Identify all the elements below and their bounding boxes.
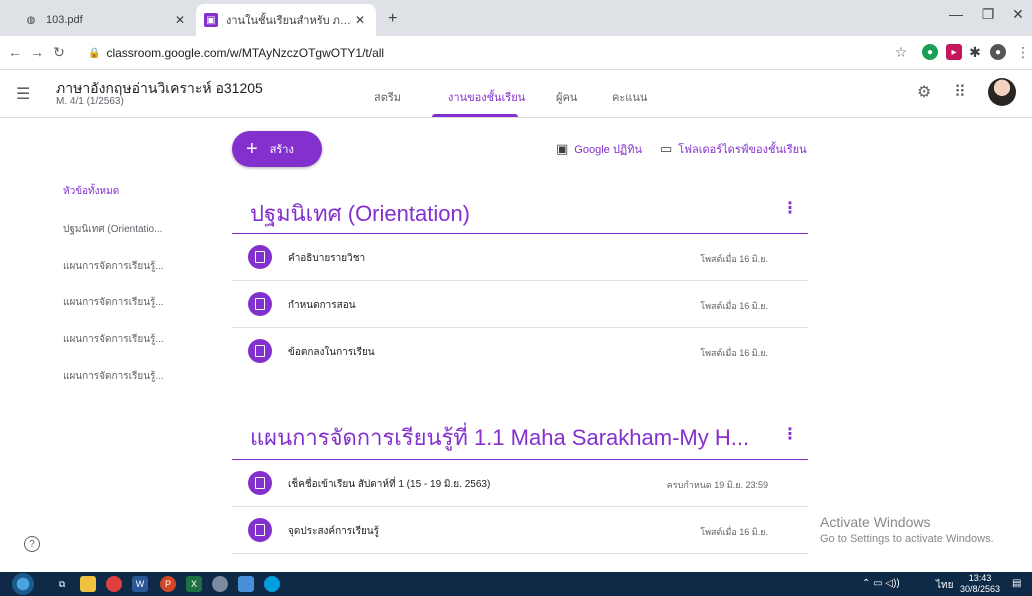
- item-date: โพสต์เมื่อ 16 มิ.ย.: [700, 254, 768, 264]
- start-button[interactable]: [12, 573, 34, 595]
- calendar-link-label: Google ปฏิทิน: [574, 144, 642, 156]
- assignment-icon: [248, 471, 272, 495]
- close-window-icon[interactable]: ✕: [1006, 6, 1030, 23]
- list-item[interactable]: คำอธิบายรายวิชา โพสต์เมื่อ 16 มิ.ย.: [232, 234, 808, 281]
- back-icon[interactable]: ←: [6, 44, 24, 60]
- browser-tab-classroom[interactable]: ▣ งานในชั้นเรียนสำหรับ ภาษาอังกฤษอ่าน ✕: [196, 4, 376, 36]
- create-button[interactable]: + สร้าง: [232, 131, 322, 167]
- item-due-date: ครบกำหนด 19 มิ.ย. 23:59: [666, 480, 768, 490]
- clock-date: 30/8/2563: [960, 584, 1001, 594]
- browser-tab-pdf[interactable]: ◍ 103.pdf ✕: [16, 4, 196, 36]
- restore-icon[interactable]: ❐: [976, 6, 1000, 23]
- material-icon: [248, 292, 272, 316]
- list-item[interactable]: เช็คชื่อเข้าเรียน สัปดาห์ที่ 1 (15 - 19 …: [232, 460, 808, 507]
- item-title: คำอธิบายรายวิชา: [288, 253, 366, 264]
- app-icon[interactable]: [212, 576, 228, 592]
- more-options-icon[interactable]: ⋮: [782, 424, 798, 444]
- drive-link-label: โฟลเดอร์ไดรฟ์ของชั้นเรียน: [678, 144, 807, 156]
- close-tab-icon[interactable]: ✕: [352, 13, 368, 27]
- new-tab-button[interactable]: +: [388, 10, 397, 28]
- tray-icons[interactable]: ⌃ ▭ ◁)): [862, 578, 900, 589]
- clock-time: 13:43: [968, 573, 992, 583]
- apps-grid-icon[interactable]: ⠿: [954, 82, 966, 102]
- close-tab-icon[interactable]: ✕: [172, 13, 188, 27]
- sidebar-item-topic[interactable]: แผนการจัดการเรียนรู้...: [63, 259, 164, 274]
- classroom-favicon-icon: ▣: [204, 13, 218, 27]
- sidebar-item-topic[interactable]: แผนการจัดการเรียนรู้...: [63, 369, 164, 384]
- classroom-header: ☰ ภาษาอังกฤษอ่านวิเคราะห์ อ31205 M. 4/1 …: [0, 70, 1032, 118]
- sidebar-item-all-topics[interactable]: หัวข้อทั้งหมด: [63, 184, 119, 199]
- plus-icon: +: [246, 138, 258, 160]
- reload-icon[interactable]: ↻: [50, 44, 68, 61]
- calendar-icon: ▣: [556, 141, 569, 156]
- url-text: classroom.google.com/w/MTAyNzczOTgwOTY1/…: [106, 46, 385, 60]
- item-title: ข้อตกลงในการเรียน: [288, 347, 375, 358]
- chrome-menu-icon[interactable]: ⋮: [1014, 44, 1032, 61]
- windows-taskbar: ⧉ W P X ⌃ ▭ ◁)) ไทย 13:43 30/8/2563 ▤: [0, 572, 1032, 596]
- activate-windows-title: Activate Windows: [820, 514, 931, 530]
- sidebar-item-topic[interactable]: แผนการจัดการเรียนรู้...: [63, 295, 164, 310]
- language-indicator[interactable]: ไทย: [936, 578, 953, 593]
- topic-title[interactable]: ปฐมนิเทศ (Orientation): [250, 196, 470, 231]
- tab-title: งานในชั้นเรียนสำหรับ ภาษาอังกฤษอ่าน: [226, 15, 352, 27]
- create-label: สร้าง: [269, 144, 294, 156]
- item-date: โพสต์เมื่อ 16 มิ.ย.: [700, 527, 768, 537]
- url-field[interactable]: 🔒 classroom.google.com/w/MTAyNzczOTgwOTY…: [88, 43, 384, 63]
- gear-icon[interactable]: ⚙: [917, 82, 931, 102]
- sidebar-item-topic[interactable]: แผนการจัดการเรียนรู้...: [63, 332, 164, 347]
- material-icon: [248, 245, 272, 269]
- class-subtitle: M. 4/1 (1/2563): [56, 96, 124, 107]
- lock-icon: 🔒: [88, 47, 101, 59]
- tab-title: 103.pdf: [46, 14, 83, 26]
- more-options-icon[interactable]: ⋮: [782, 198, 798, 218]
- excel-icon[interactable]: X: [186, 576, 202, 592]
- extension-icon[interactable]: ▸: [946, 44, 962, 60]
- tab-stream[interactable]: สตรีม: [374, 88, 401, 106]
- material-icon: [248, 339, 272, 363]
- tab-classwork[interactable]: งานของชั้นเรียน: [448, 88, 525, 106]
- list-item[interactable]: ข้อตกลงในการเรียน โพสต์เมื่อ 16 มิ.ย.: [232, 328, 808, 375]
- sidebar-item-topic[interactable]: ปฐมนิเทศ (Orientatio...: [63, 222, 162, 237]
- forward-icon[interactable]: →: [28, 44, 46, 60]
- tab-people[interactable]: ผู้คน: [556, 88, 577, 106]
- avatar[interactable]: [988, 78, 1016, 106]
- list-item[interactable]: กำหนดการสอน โพสต์เมื่อ 16 มิ.ย.: [232, 281, 808, 328]
- app-icon[interactable]: [238, 576, 254, 592]
- item-title: กำหนดการสอน: [288, 300, 356, 311]
- activate-windows-subtitle: Go to Settings to activate Windows.: [820, 533, 994, 545]
- drive-folder-link[interactable]: ▭ โฟลเดอร์ไดรฟ์ของชั้นเรียน: [660, 140, 807, 158]
- powerpoint-icon[interactable]: P: [160, 576, 176, 592]
- google-calendar-link[interactable]: ▣ Google ปฏิทิน: [556, 140, 642, 158]
- browser-tab-bar: ◍ 103.pdf ✕ ▣ งานในชั้นเรียนสำหรับ ภาษาอ…: [0, 0, 1032, 36]
- clock[interactable]: 13:43 30/8/2563: [960, 573, 1000, 595]
- active-tab-indicator: [432, 114, 518, 117]
- tab-grades[interactable]: คะแนน: [612, 88, 647, 106]
- file-explorer-icon[interactable]: [80, 576, 96, 592]
- edge-icon[interactable]: [264, 576, 280, 592]
- task-view-icon[interactable]: ⧉: [54, 576, 70, 592]
- word-icon[interactable]: W: [132, 576, 148, 592]
- topic-title[interactable]: แผนการจัดการเรียนรู้ที่ 1.1 Maha Sarakha…: [250, 420, 749, 455]
- item-title: เช็คชื่อเข้าเรียน สัปดาห์ที่ 1 (15 - 19 …: [288, 479, 491, 490]
- list-item[interactable]: จุดประสงค์การเรียนรู้ โพสต์เมื่อ 16 มิ.ย…: [232, 507, 808, 554]
- folder-icon: ▭: [660, 141, 673, 156]
- extension-icon[interactable]: ●: [922, 44, 938, 60]
- notification-icon[interactable]: ▤: [1012, 578, 1021, 589]
- address-bar: ← → ↻ 🔒 classroom.google.com/w/MTAyNzczO…: [0, 36, 1032, 70]
- item-date: โพสต์เมื่อ 16 มิ.ย.: [700, 301, 768, 311]
- help-icon[interactable]: ?: [24, 536, 40, 552]
- minimize-icon[interactable]: —: [944, 6, 968, 22]
- item-date: โพสต์เมื่อ 16 มิ.ย.: [700, 348, 768, 358]
- chrome-icon[interactable]: [106, 576, 122, 592]
- star-icon[interactable]: ☆: [892, 44, 910, 61]
- hamburger-menu-icon[interactable]: ☰: [16, 84, 30, 104]
- material-icon: [248, 518, 272, 542]
- globe-icon: ◍: [26, 14, 36, 26]
- profile-icon[interactable]: ●: [990, 44, 1006, 60]
- puzzle-icon[interactable]: ✱: [966, 44, 984, 61]
- item-title: จุดประสงค์การเรียนรู้: [288, 526, 380, 537]
